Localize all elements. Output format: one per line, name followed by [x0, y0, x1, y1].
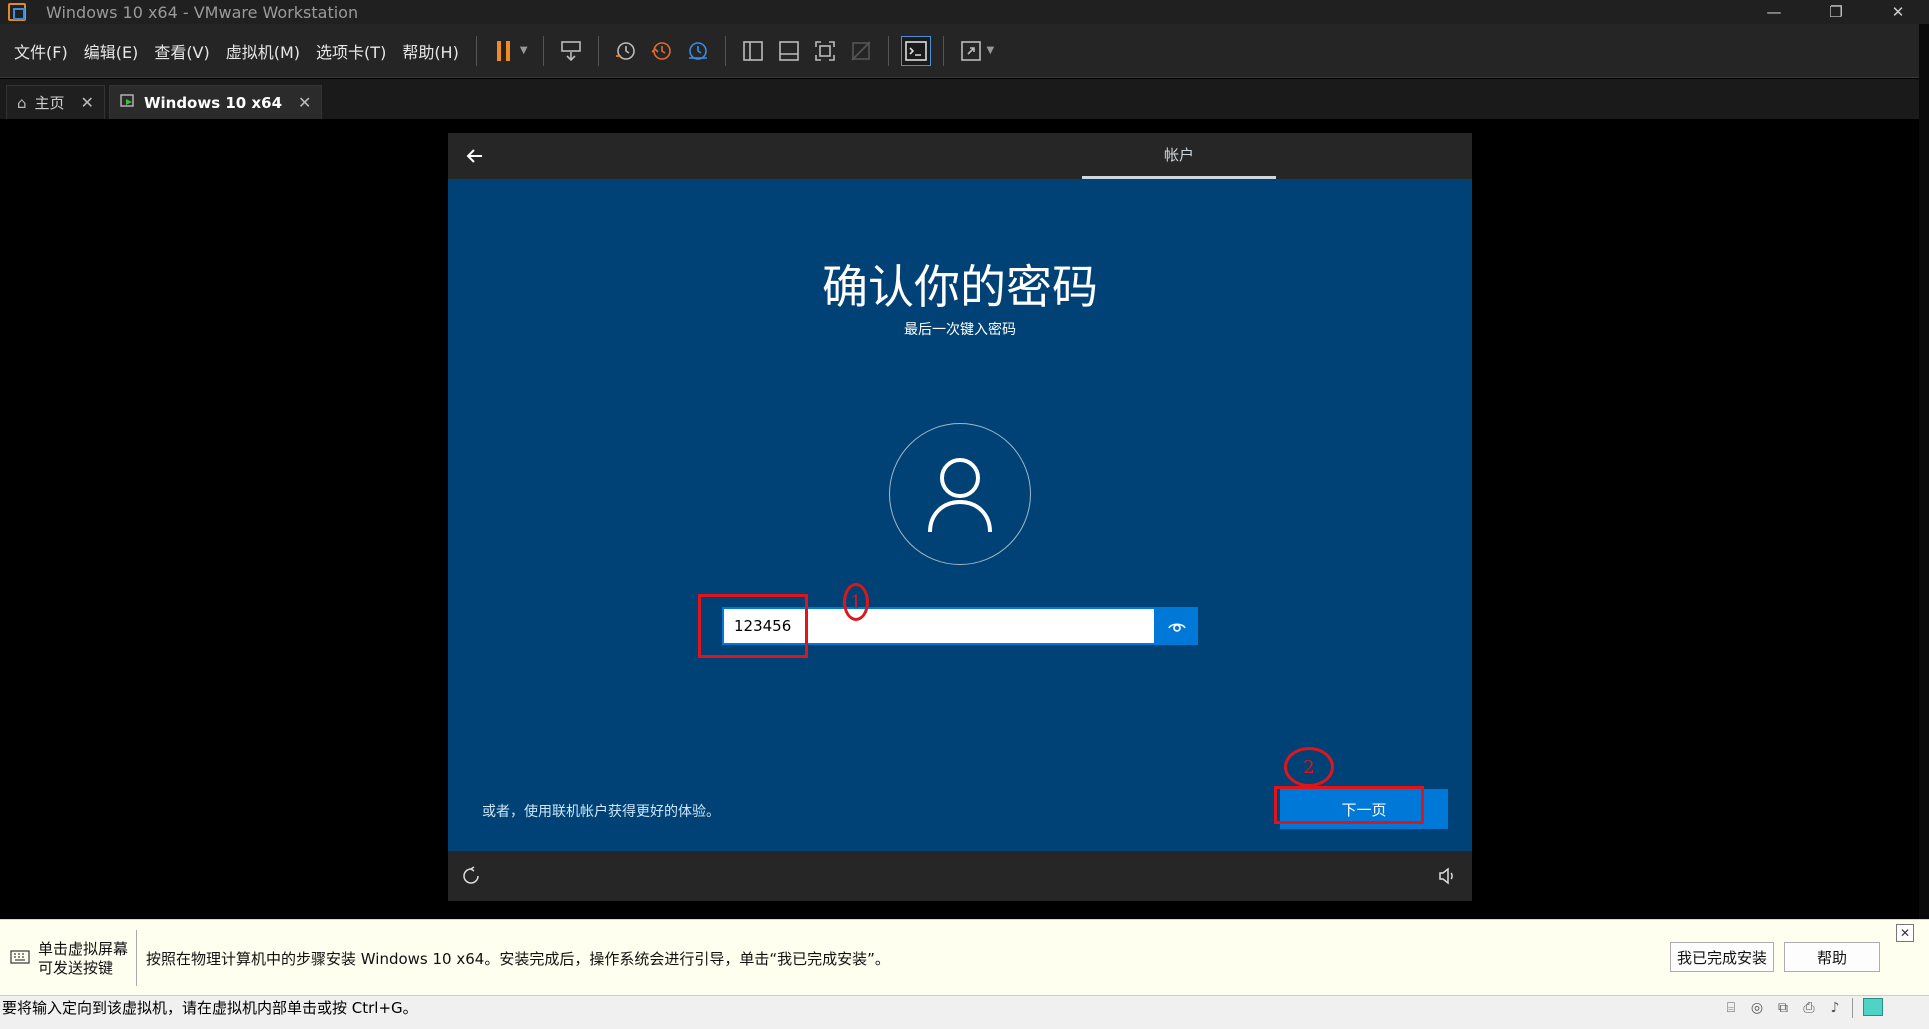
windows-setup-screen[interactable]: 帐户 确认你的密码 最后一次键入密码 或者，使用联机帐户获得更好的体验。 下一页… — [448, 133, 1472, 901]
ease-of-access-icon[interactable] — [460, 865, 482, 887]
network-adapter-icon[interactable]: ⧉ — [1772, 998, 1794, 1018]
full-screen-icon — [814, 40, 835, 61]
reveal-password-button[interactable] — [1156, 607, 1198, 645]
snapshot-manager-button[interactable] — [683, 36, 713, 66]
user-avatar — [889, 423, 1031, 565]
unity-button[interactable] — [846, 36, 876, 66]
snapshot-button[interactable] — [611, 36, 641, 66]
title-bar: Windows 10 x64 - VMware Workstation — ❐ … — [0, 0, 1929, 24]
full-screen-button[interactable] — [810, 36, 840, 66]
stretch-dropdown-icon[interactable]: ▼ — [987, 45, 995, 56]
stretch-guest-button[interactable] — [956, 36, 986, 66]
menu-edit[interactable]: 编辑(E) — [76, 39, 147, 63]
restore-button[interactable]: ❐ — [1805, 0, 1867, 24]
toolbar-separator — [724, 35, 726, 66]
menu-help[interactable]: 帮助(H) — [394, 39, 467, 63]
user-icon — [928, 458, 992, 533]
hint-divider — [136, 930, 137, 986]
stretch-icon — [960, 40, 981, 61]
status-separator — [1852, 998, 1853, 1018]
sidebar-layout-icon — [742, 40, 763, 61]
setup-footer — [448, 851, 1472, 901]
section-tab-account: 帐户 — [1082, 133, 1276, 179]
pause-dropdown-icon[interactable]: ▼ — [520, 45, 528, 56]
snapshot-clock-icon — [615, 41, 635, 60]
back-arrow-icon[interactable] — [460, 141, 490, 171]
hint-line-2: 可发送按键 — [38, 959, 114, 977]
highlight-password-box — [698, 594, 808, 658]
revert-snapshot-icon — [650, 41, 671, 60]
close-tab-icon[interactable]: ✕ — [81, 93, 94, 112]
close-button[interactable]: ✕ — [1867, 0, 1929, 24]
vmware-logo-icon — [8, 3, 26, 21]
tab-label: 主页 — [34, 94, 65, 112]
menu-file[interactable]: 文件(F) — [6, 39, 76, 63]
unity-disabled-icon — [850, 40, 871, 61]
home-icon: ⌂ — [17, 93, 27, 112]
tab-label: Windows 10 x64 — [143, 93, 283, 112]
toolbar-separator — [597, 35, 599, 66]
page-subtitle: 最后一次键入密码 — [904, 322, 1016, 338]
minimize-button[interactable]: — — [1743, 0, 1805, 24]
terminal-icon — [904, 40, 927, 61]
help-button[interactable]: 帮助 — [1784, 942, 1880, 972]
device-status-icons: ⌸ ◎ ⧉ ⎙ ♪ — [1716, 998, 1883, 1018]
window-controls: — ❐ ✕ — [1743, 0, 1929, 24]
toolbar-separator — [942, 35, 944, 66]
menu-tabs[interactable]: 选项卡(T) — [308, 39, 394, 63]
status-bar: 要将输入定向到该虚拟机，请在虚拟机内部单击或按 Ctrl+G。 ⌸ ◎ ⧉ ⎙ … — [0, 995, 1929, 1019]
pause-icon — [496, 40, 510, 61]
install-instructions: 按照在物理计算机中的步骤安装 Windows 10 x64。安装完成后，操作系统… — [146, 950, 890, 968]
window-title: Windows 10 x64 - VMware Workstation — [46, 2, 359, 22]
close-hint-icon[interactable]: ✕ — [1896, 924, 1914, 942]
setup-header: 帐户 — [448, 133, 1472, 179]
window-bottom-edge — [0, 1019, 1929, 1029]
sound-card-icon[interactable]: ♪ — [1824, 998, 1846, 1018]
finished-install-button[interactable]: 我已完成安装 — [1670, 942, 1774, 972]
keyboard-icon — [10, 948, 30, 966]
install-hint-bar: 单击虚拟屏幕 可发送按键 按照在物理计算机中的步骤安装 Windows 10 x… — [0, 919, 1929, 995]
menu-toolbar: 文件(F) 编辑(E) 查看(V) 虚拟机(M) 选项卡(T) 帮助(H) ▼ … — [0, 24, 1929, 78]
highlight-next-button — [1274, 786, 1424, 824]
click-to-send-keys-hint: 单击虚拟屏幕 可发送按键 — [38, 940, 128, 978]
menu-vm[interactable]: 虚拟机(M) — [218, 39, 308, 63]
online-account-link[interactable]: 或者，使用联机帐户获得更好的体验。 — [482, 801, 720, 821]
send-ctrl-alt-del-button[interactable] — [556, 36, 586, 66]
page-title: 确认你的密码 — [822, 260, 1098, 314]
library-view-button[interactable] — [738, 36, 768, 66]
revert-snapshot-button[interactable] — [647, 36, 677, 66]
toolbar-separator — [887, 35, 889, 66]
pause-button[interactable] — [489, 36, 519, 66]
hard-disk-icon[interactable]: ⌸ — [1720, 998, 1742, 1018]
tab-windows-10-x64[interactable]: Windows 10 x64 ✕ — [108, 85, 323, 119]
menu-view[interactable]: 查看(V) — [146, 39, 217, 63]
status-message: 要将输入定向到该虚拟机，请在虚拟机内部单击或按 Ctrl+G。 — [2, 999, 418, 1017]
close-tab-icon[interactable]: ✕ — [298, 93, 311, 112]
eye-icon — [1168, 623, 1186, 632]
console-view-button[interactable] — [900, 35, 931, 66]
right-edge — [1919, 24, 1929, 919]
cd-dvd-icon[interactable]: ◎ — [1746, 998, 1768, 1018]
vm-running-icon — [120, 93, 136, 113]
snapshot-manager-icon — [688, 41, 707, 60]
vm-console[interactable]: 帐户 确认你的密码 最后一次键入密码 或者，使用联机帐户获得更好的体验。 下一页… — [0, 119, 1919, 919]
volume-icon[interactable] — [1436, 865, 1458, 887]
annotation-number-1: 1 — [843, 583, 869, 621]
printer-icon[interactable]: ⎙ — [1798, 998, 1820, 1018]
toolbar-separator — [475, 35, 477, 66]
annotation-number-2: 2 — [1284, 747, 1334, 787]
vm-message-icon[interactable] — [1863, 998, 1883, 1016]
bottom-panel-layout-icon — [778, 40, 799, 61]
toolbar-separator — [542, 35, 544, 66]
hint-line-1: 单击虚拟屏幕 — [38, 940, 129, 958]
send-keys-icon — [560, 40, 581, 61]
thumbnail-view-button[interactable] — [774, 36, 804, 66]
tab-bar: ⌂ 主页 ✕ Windows 10 x64 ✕ — [0, 79, 1929, 119]
tab-home[interactable]: ⌂ 主页 ✕ — [6, 85, 105, 119]
